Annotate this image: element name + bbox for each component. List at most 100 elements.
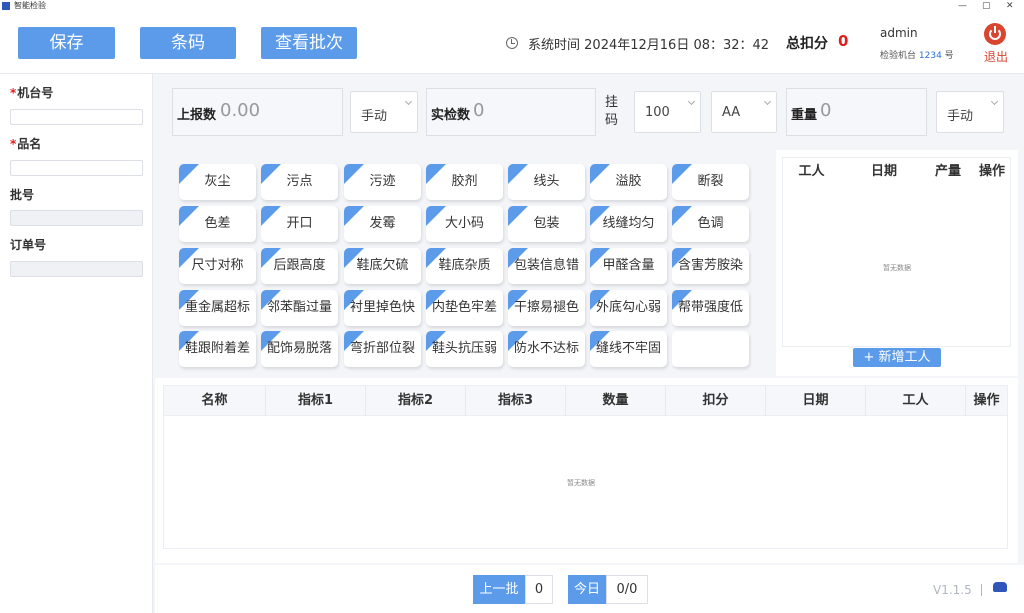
defect-button[interactable]: 胶剂 [426, 164, 503, 200]
view-batch-button[interactable]: 查看批次 [261, 27, 357, 59]
power-icon[interactable] [984, 23, 1006, 45]
defect-button[interactable]: 包装 [508, 206, 585, 242]
defect-button[interactable]: 污迹 [344, 164, 421, 200]
clock-icon [506, 37, 518, 49]
sidebar-form: *机台号 *品名 批号 订单号 [0, 74, 153, 613]
defect-label: 防水不达标 [513, 341, 579, 356]
defect-button[interactable] [672, 331, 749, 367]
barcode-button[interactable]: 条码 [140, 27, 236, 59]
defect-button[interactable]: 重金属超标 [179, 290, 256, 326]
defect-label: 灰尘 [204, 174, 231, 189]
defect-button[interactable]: 衬里掉色快 [344, 290, 421, 326]
defect-button[interactable]: 甲醛含量 [590, 248, 667, 284]
defect-button[interactable]: 灰尘 [179, 164, 256, 200]
defect-label: 胶剂 [451, 174, 478, 189]
weight-field[interactable]: 重量 0 [786, 88, 927, 136]
order-label: 订单号 [10, 238, 47, 252]
today-button[interactable]: 今日 [568, 575, 606, 604]
defect-button[interactable]: 色调 [672, 206, 749, 242]
grade-value: AA [722, 105, 741, 120]
defect-button[interactable]: 含害芳胺染 [672, 248, 749, 284]
prev-batch-value: 0 [525, 575, 553, 604]
order-input [10, 261, 143, 277]
grade-select[interactable]: AA [711, 91, 777, 133]
reported-count-field[interactable]: 上报数 0.00 [172, 88, 343, 136]
records-col-1: 指标1 [266, 386, 366, 416]
top-toolbar: 保存 条码 查看批次 系统时间 2024年12月16日 08：32：42 总扣分… [0, 12, 1024, 74]
defect-button[interactable]: 鞋底欠硫 [344, 248, 421, 284]
bug-icon[interactable] [993, 582, 1007, 592]
defect-button[interactable]: 鞋跟附着差 [179, 331, 256, 367]
workers-col-worker: 工人 [798, 164, 825, 179]
defect-label: 外底勾心弱 [595, 300, 661, 315]
defect-label: 污迹 [369, 174, 396, 189]
defect-label: 鞋底欠硫 [356, 258, 409, 273]
defect-button[interactable]: 鞋头抗压弱 [426, 331, 503, 367]
defect-button[interactable]: 尺寸对称 [179, 248, 256, 284]
corner-tag-icon [179, 206, 199, 226]
workers-col-output: 产量 [934, 164, 961, 179]
footer-bar: 上一批 0 今日 0/0 V1.1.5 [155, 565, 1024, 613]
defect-button[interactable]: 后跟高度 [261, 248, 338, 284]
divider [981, 584, 982, 596]
product-input[interactable] [10, 160, 143, 176]
defect-label: 发霉 [369, 216, 396, 231]
machine-input[interactable] [10, 109, 143, 125]
defect-button[interactable]: 大小码 [426, 206, 503, 242]
defect-label: 鞋底杂质 [438, 258, 491, 273]
defect-button[interactable]: 弯折部位裂 [344, 331, 421, 367]
records-table: 名称 指标1 指标2 指标3 数量 扣分 日期 工人 操作 暂无数据 [163, 385, 1008, 549]
corner-tag-icon [672, 206, 692, 226]
defect-button[interactable]: 配饰易脱落 [261, 331, 338, 367]
add-worker-button[interactable]: + 新增工人 [853, 348, 941, 367]
product-label: *品名 [10, 137, 42, 151]
hang-code-select[interactable]: 100 [634, 91, 701, 133]
reported-mode-select[interactable]: 手动 [350, 91, 418, 133]
records-col-2: 指标2 [366, 386, 466, 416]
defect-label: 后跟高度 [273, 258, 326, 273]
machine-label: *机台号 [10, 86, 54, 100]
total-deduction-value: 0 [838, 32, 849, 50]
defect-button[interactable]: 线头 [508, 164, 585, 200]
defect-button[interactable]: 开口 [261, 206, 338, 242]
defect-button[interactable]: 鞋底杂质 [426, 248, 503, 284]
defect-button[interactable]: 干擦易褪色 [508, 290, 585, 326]
title-bar: 智能检验 — ▢ ✕ [0, 0, 1024, 12]
corner-tag-icon [508, 164, 528, 184]
defect-label: 色调 [697, 216, 724, 231]
workers-panel: 工人 日期 产量 操作 暂无数据 + 新增工人 [776, 150, 1018, 376]
minimize-icon[interactable]: — [958, 0, 967, 12]
corner-tag-icon [426, 164, 446, 184]
maximize-icon[interactable]: ▢ [982, 0, 991, 12]
defect-button[interactable]: 线缝均匀 [590, 206, 667, 242]
defect-button[interactable]: 包装信息错 [508, 248, 585, 284]
defect-button[interactable]: 发霉 [344, 206, 421, 242]
weight-mode-value: 手动 [947, 109, 974, 124]
weight-mode-select[interactable]: 手动 [936, 91, 1004, 133]
close-icon[interactable]: ✕ [1006, 0, 1014, 12]
station-suffix: 号 [944, 51, 954, 61]
workers-table: 工人 日期 产量 操作 暂无数据 [782, 157, 1011, 347]
station-prefix: 检验机台 [880, 51, 917, 61]
app-logo-icon [2, 2, 10, 10]
chevron-down-icon [687, 97, 696, 106]
reported-count-value: 0.00 [220, 100, 261, 121]
defect-button[interactable]: 邻苯酯过量 [261, 290, 338, 326]
prev-batch-button[interactable]: 上一批 [473, 575, 525, 604]
station-info: 检验机台 1234 号 [880, 48, 954, 61]
defect-button[interactable]: 色差 [179, 206, 256, 242]
records-col-7: 工人 [866, 386, 966, 416]
defect-button[interactable]: 帮带强度低 [672, 290, 749, 326]
inspected-count-field[interactable]: 实检数 0 [426, 88, 596, 136]
defect-button[interactable]: 溢胶 [590, 164, 667, 200]
defect-button[interactable]: 缝线不牢固 [590, 331, 667, 367]
required-mark: * [10, 137, 17, 151]
hang-code-label: 挂码 [605, 95, 619, 128]
defect-button[interactable]: 污点 [261, 164, 338, 200]
save-button[interactable]: 保存 [18, 27, 115, 59]
defect-button[interactable]: 外底勾心弱 [590, 290, 667, 326]
defect-button[interactable]: 防水不达标 [508, 331, 585, 367]
defect-button[interactable]: 内垫色牢差 [426, 290, 503, 326]
exit-button[interactable]: 退出 [984, 48, 1008, 65]
defect-button[interactable]: 断裂 [672, 164, 749, 200]
